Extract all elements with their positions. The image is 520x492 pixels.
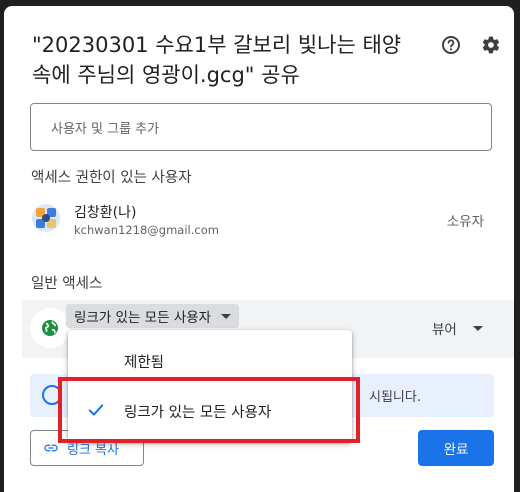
user-name: 김창환(나)	[74, 205, 137, 221]
add-people-input[interactable]: 사용자 및 그룹 추가	[30, 103, 492, 151]
chevron-down-icon	[221, 313, 232, 319]
access-section-label: 액세스 권한이 있는 사용자	[31, 170, 192, 186]
menu-item-label: 제한됨	[124, 354, 165, 371]
globe-icon	[30, 308, 70, 348]
viewer-role-dropdown[interactable]: 뷰어	[432, 318, 483, 338]
owner-role: 소유자	[446, 214, 484, 230]
general-access-label: 일반 액세스	[31, 276, 103, 292]
user-email: kchwan1218@gmail.com	[74, 223, 219, 237]
viewer-role-value: 뷰어	[432, 322, 457, 338]
info-banner-text: 시됩니다.	[369, 390, 421, 405]
link-access-dropdown[interactable]: 링크가 있는 모든 사용자	[66, 304, 240, 328]
highlight-annotation-box	[58, 377, 360, 443]
chevron-down-icon	[472, 325, 483, 331]
done-button[interactable]: 완료	[418, 430, 494, 466]
add-people-placeholder: 사용자 및 그룹 추가	[51, 121, 160, 137]
dialog-title: "20230301 수요1부 갈보리 빛나는 태양 속에 주님의 영광이.gcg…	[32, 33, 402, 87]
gear-icon[interactable]	[478, 32, 504, 58]
avatar	[32, 204, 60, 232]
help-icon[interactable]	[438, 32, 464, 58]
user-row: 김창환(나) kchwan1218@gmail.com 소유자	[30, 202, 500, 242]
link-icon	[44, 444, 58, 452]
link-access-value: 링크가 있는 모든 사용자	[74, 310, 212, 326]
